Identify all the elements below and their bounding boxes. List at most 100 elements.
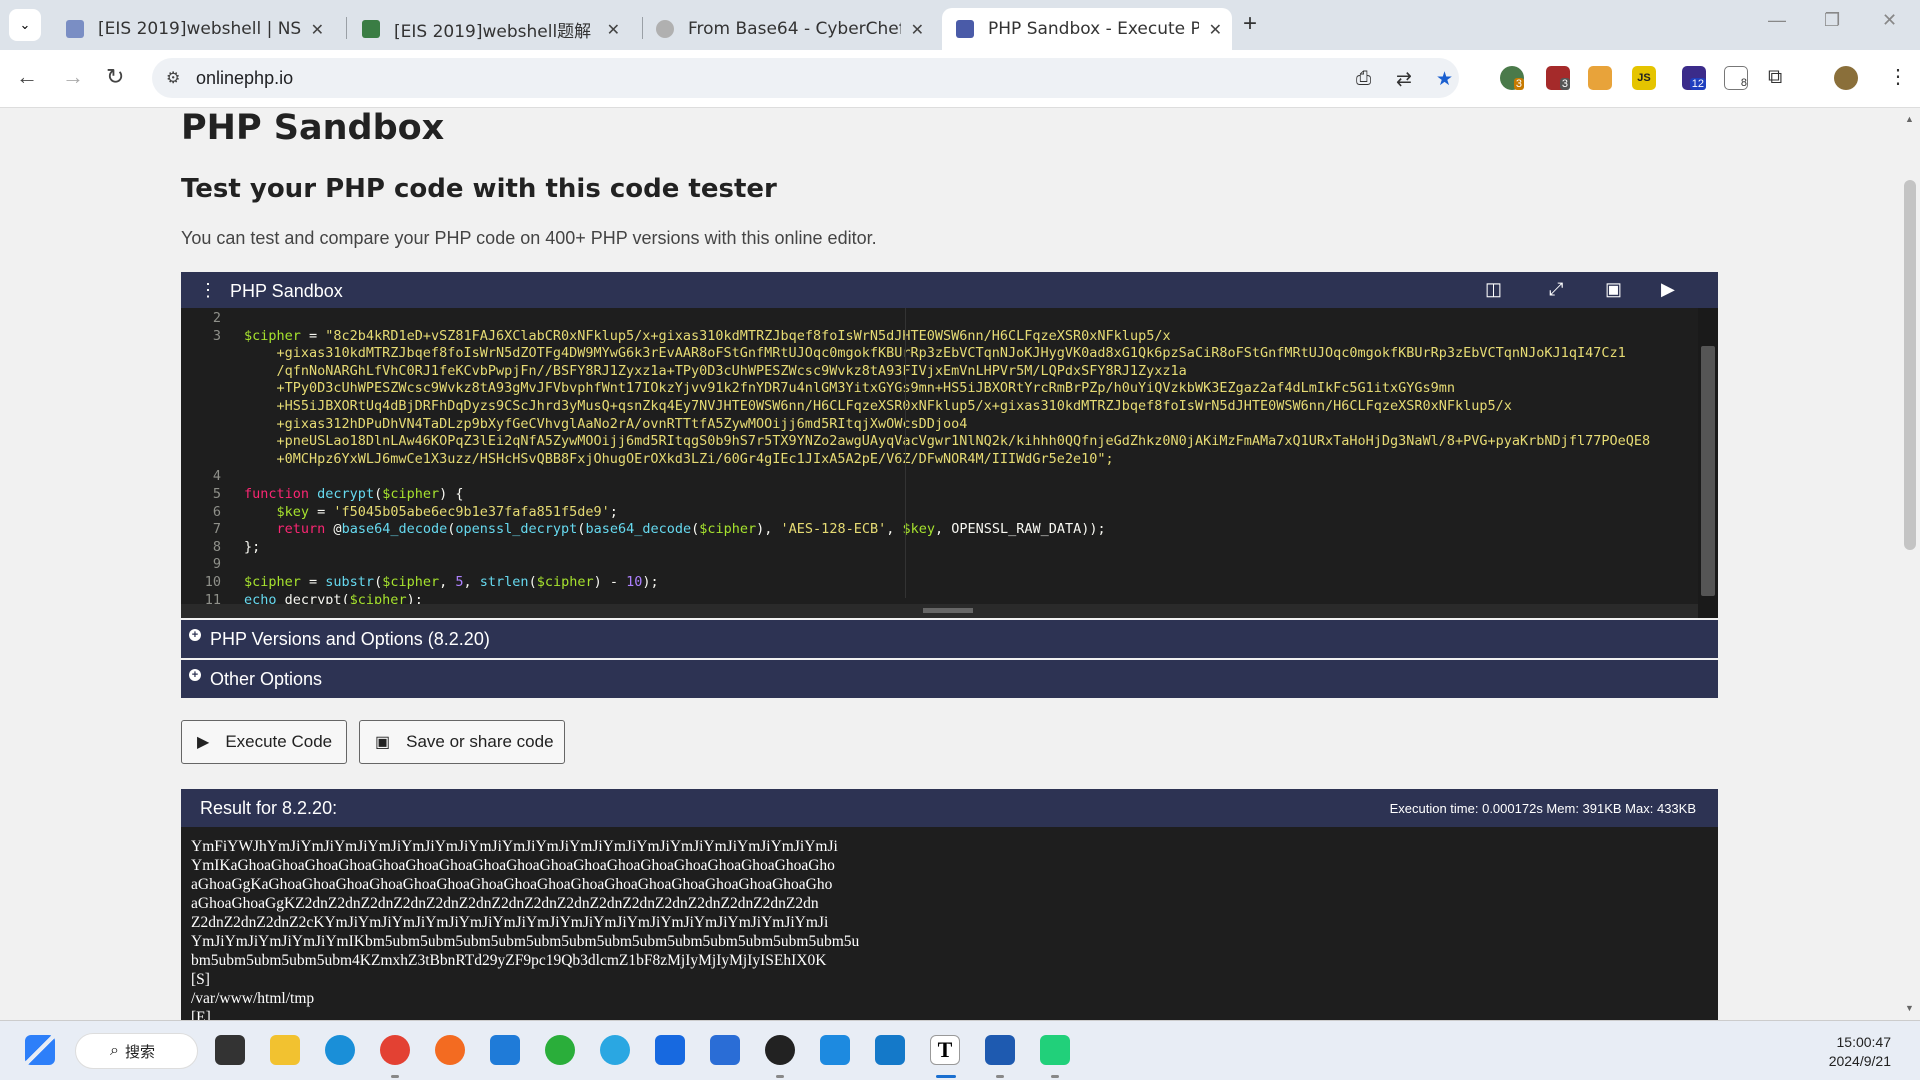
restore-icon[interactable]: ❐ <box>1824 10 1840 31</box>
save-share-button[interactable]: ▣ Save or share code <box>359 720 565 764</box>
badge: 8 <box>1740 77 1747 89</box>
search-icon: ⌕ <box>110 1042 119 1059</box>
system-clock[interactable]: 15:00:47 2024/9/21 <box>1829 1033 1891 1071</box>
play-icon: ▶ <box>197 734 210 751</box>
code-line[interactable]: /qfnNoNARGhLfVhC0RJ1feKCvbPwpjFn//BSFY8R… <box>244 363 1187 379</box>
chat-icon[interactable] <box>600 1035 630 1065</box>
line-number: 4 <box>212 468 221 485</box>
editor-scrollbar[interactable] <box>1698 308 1718 618</box>
close-icon[interactable]: ✕ <box>607 20 620 39</box>
app-icon[interactable] <box>655 1035 685 1065</box>
result-header: Result for 8.2.20: Execution time: 0.000… <box>181 789 1718 827</box>
code-line[interactable]: return @base64_decode(openssl_decrypt(ba… <box>244 521 1106 537</box>
scroll-up-icon[interactable]: ▲ <box>1905 114 1914 124</box>
button-label: Save or share code <box>406 732 554 751</box>
code-line[interactable]: +HS5iJBXORtUq4dBjDRFhDqDyzs9CScJhrd3yMus… <box>244 398 1512 414</box>
chrome-icon[interactable] <box>380 1035 410 1065</box>
code-line[interactable]: +0MCHpz6YxWLJ6mwCe1X3uzz/HSHcHSvQBB8FxjO… <box>244 451 1114 467</box>
execute-code-button[interactable]: ▶ Execute Code <box>181 720 347 764</box>
code-line[interactable]: $key = 'f5045b05abe6ec9b1e37fafa851f5de9… <box>244 504 618 520</box>
plus-circle-icon: + <box>189 669 201 681</box>
install-app-icon[interactable]: ⎙ <box>1356 68 1371 90</box>
extension-icon[interactable]: 12 <box>1682 66 1706 90</box>
save-icon[interactable]: ▣ <box>1605 279 1622 300</box>
vscode-icon[interactable] <box>875 1035 905 1065</box>
code-line[interactable]: +gixas310kdMTRZJbqef8foIsWrN5dZOTFg4DW9M… <box>244 345 1626 361</box>
php-favicon-icon <box>956 20 974 38</box>
code-line[interactable]: +pneUSLao18DlnLAw46KOPqZ3lEi2qNfA5ZywMOO… <box>244 433 1651 449</box>
tab-title: From Base64 - CyberChef <box>688 19 901 39</box>
taskbar-search[interactable]: ⌕ 搜索 <box>75 1033 198 1069</box>
line-number: 3 <box>212 327 221 344</box>
forward-icon[interactable]: → <box>62 64 84 90</box>
reload-icon[interactable]: ↻ <box>106 64 124 90</box>
site-info-icon[interactable]: ⚙ <box>166 68 180 88</box>
file-explorer-icon[interactable] <box>270 1035 300 1065</box>
line-gutter: 23456789101112 <box>181 308 227 618</box>
extension-icon[interactable] <box>1588 66 1612 90</box>
task-view-icon[interactable] <box>215 1035 245 1065</box>
code-line[interactable]: $cipher = "8c2b4kRD1eD+vSZ81FAJ6XClabCR0… <box>244 328 1171 344</box>
php-versions-toggle[interactable]: + PHP Versions and Options (8.2.20) <box>181 620 1718 658</box>
pycharm-icon[interactable] <box>1040 1035 1070 1065</box>
extension-icon[interactable]: 3 <box>1500 66 1524 90</box>
sandbox-menu-icon[interactable]: ⋮ <box>199 280 217 301</box>
start-icon[interactable] <box>25 1035 55 1065</box>
line-number: 2 <box>212 310 221 326</box>
wechat-icon[interactable] <box>545 1035 575 1065</box>
code-line[interactable]: +TPy0D3cUhWPESZWcsc9Wvkz8tA93gMvJFVbvphf… <box>244 380 1456 396</box>
extension-icon[interactable]: 3 <box>1546 66 1570 90</box>
split-view-icon[interactable]: ◫ <box>1485 279 1502 300</box>
app-icon[interactable] <box>490 1035 520 1065</box>
code-line[interactable]: $cipher = substr($cipher, 5, strlen($cip… <box>244 574 659 590</box>
close-icon[interactable]: ✕ <box>911 20 924 39</box>
chatgpt-icon[interactable] <box>765 1035 795 1065</box>
result-title: Result for 8.2.20: <box>200 798 338 818</box>
tab-strip: ⌄ [EIS 2019]webshell | NSSCTF ✕ [EIS 201… <box>0 0 1920 50</box>
extensions-puzzle-icon[interactable]: ⧉ <box>1768 66 1782 89</box>
close-icon[interactable]: ✕ <box>1209 20 1222 39</box>
badge: 3 <box>1513 78 1524 90</box>
js-extension-icon[interactable]: JS <box>1632 66 1656 90</box>
page-scrollbar[interactable]: ▲ ▼ <box>1900 108 1920 1020</box>
bookmark-star-icon[interactable]: ★ <box>1436 68 1453 91</box>
close-icon[interactable]: ✕ <box>311 20 324 39</box>
new-tab-button[interactable]: + <box>1243 10 1257 38</box>
back-icon[interactable]: ← <box>16 64 38 90</box>
typora-icon[interactable]: T <box>930 1035 960 1065</box>
tab-cyberchef[interactable]: From Base64 - CyberChef ✕ <box>642 8 934 50</box>
edge-icon[interactable] <box>325 1035 355 1065</box>
tab-search-button[interactable]: ⌄ <box>9 9 41 41</box>
menu-kebab-icon[interactable]: ⋮ <box>1888 64 1908 89</box>
wireshark-icon[interactable] <box>985 1035 1015 1065</box>
editor-h-scrollbar[interactable] <box>181 604 1698 618</box>
tab-nssctf[interactable]: [EIS 2019]webshell | NSSCTF ✕ <box>52 8 334 50</box>
scroll-down-icon[interactable]: ▼ <box>1905 1003 1914 1013</box>
avatar[interactable] <box>1834 66 1858 90</box>
line-number: 9 <box>212 556 221 573</box>
sandbox-title: PHP Sandbox <box>230 281 343 301</box>
other-options-toggle[interactable]: + Other Options <box>181 660 1718 698</box>
line-number: 5 <box>212 486 221 502</box>
chevron-down-icon: ⌄ <box>19 17 31 32</box>
app-icon[interactable] <box>820 1035 850 1065</box>
url-text[interactable]: onlinephp.io <box>196 68 293 89</box>
extension-icon[interactable]: 8 <box>1724 66 1748 90</box>
translate-icon[interactable]: ⇄ <box>1396 68 1412 91</box>
tab-php-sandbox[interactable]: PHP Sandbox - Execute PHP c ✕ <box>942 8 1232 50</box>
tab-title: PHP Sandbox - Execute PHP c <box>988 19 1199 39</box>
run-icon[interactable]: ▶ <box>1661 279 1675 300</box>
firefox-icon[interactable] <box>435 1035 465 1065</box>
photos-icon[interactable] <box>710 1035 740 1065</box>
close-window-icon[interactable]: ✕ <box>1882 10 1897 31</box>
tab-writeup[interactable]: [EIS 2019]webshell题解 - Free ✕ <box>348 8 630 50</box>
code-line[interactable]: }; <box>244 539 260 555</box>
search-label: 搜索 <box>124 1043 155 1061</box>
minimize-icon[interactable]: — <box>1768 10 1786 31</box>
address-bar[interactable]: ⚙ onlinephp.io ⎙ ⇄ ★ <box>152 58 1459 98</box>
code-line[interactable]: function decrypt($cipher) { <box>244 486 464 502</box>
fullscreen-icon[interactable]: ⤢ <box>1549 279 1563 300</box>
code-line[interactable]: +gixas312hDPuDhVN4TaDLzp9bXyfGeCVhvglAaN… <box>244 416 968 432</box>
tab-title: [EIS 2019]webshell | NSSCTF <box>98 19 301 39</box>
code-editor[interactable]: 23456789101112 $cipher = "8c2b4kRD1eD+vS… <box>181 308 1718 618</box>
